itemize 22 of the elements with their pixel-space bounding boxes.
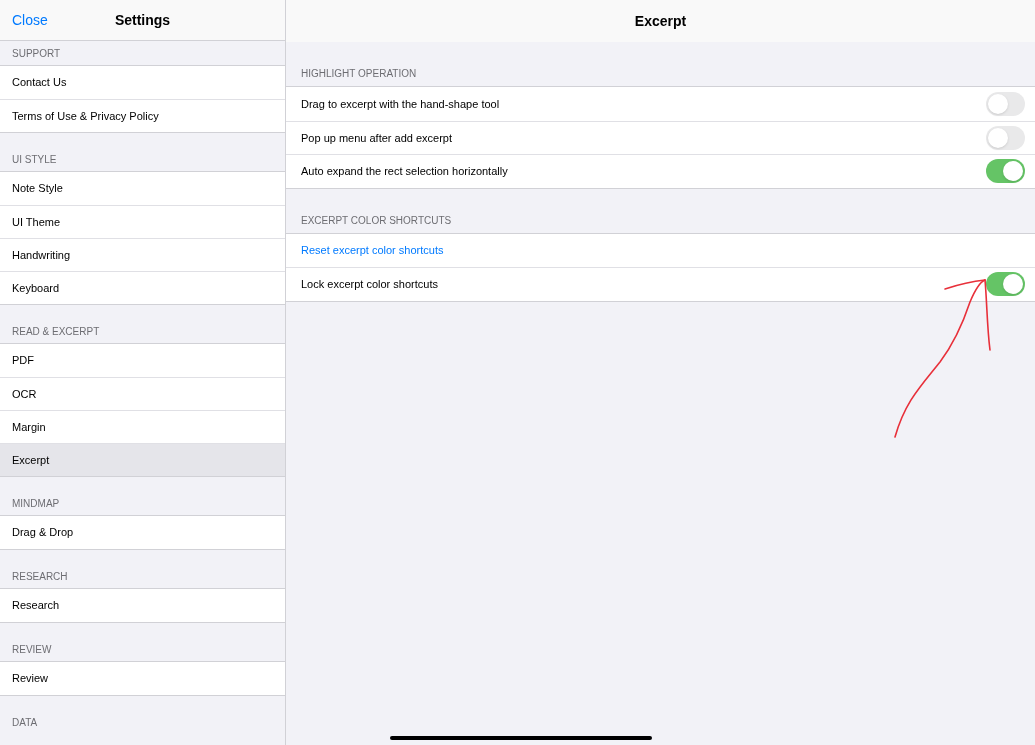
toggle-switch[interactable] xyxy=(986,125,1025,150)
toggle-switch[interactable] xyxy=(986,91,1025,116)
setting-label: Pop up menu after add excerpt xyxy=(301,130,453,146)
section-header: UI STYLE xyxy=(11,153,58,167)
section-header: EXCERPT COLOR SHORTCUTS xyxy=(300,213,453,228)
toggle-switch[interactable] xyxy=(986,159,1025,184)
section-header: RESEARCH xyxy=(11,570,69,584)
setting-label: Lock excerpt color shortcuts xyxy=(301,277,438,292)
section-header: REVIEW xyxy=(11,643,53,657)
close-button[interactable]: Close xyxy=(12,9,48,31)
section-header: SUPPORT xyxy=(11,47,62,61)
toggle-switch[interactable] xyxy=(986,272,1025,297)
section-header: READ & EXCERPT xyxy=(11,325,101,339)
section-header: MINDMAP xyxy=(11,497,61,511)
section-header: HIGHLIGHT OPERATION xyxy=(300,67,418,81)
reset-link[interactable]: Reset excerpt color shortcuts xyxy=(301,242,444,259)
section-header: DATA xyxy=(11,716,39,730)
sidebar-item[interactable]: Excerpt xyxy=(0,443,285,476)
detail-title: Excerpt xyxy=(634,11,687,31)
sidebar-title: Settings xyxy=(114,10,171,30)
setting-label: Auto expand the rect selection horizontally xyxy=(301,164,508,179)
setting-label: Drag to excerpt with the hand-shape tool xyxy=(301,96,500,112)
